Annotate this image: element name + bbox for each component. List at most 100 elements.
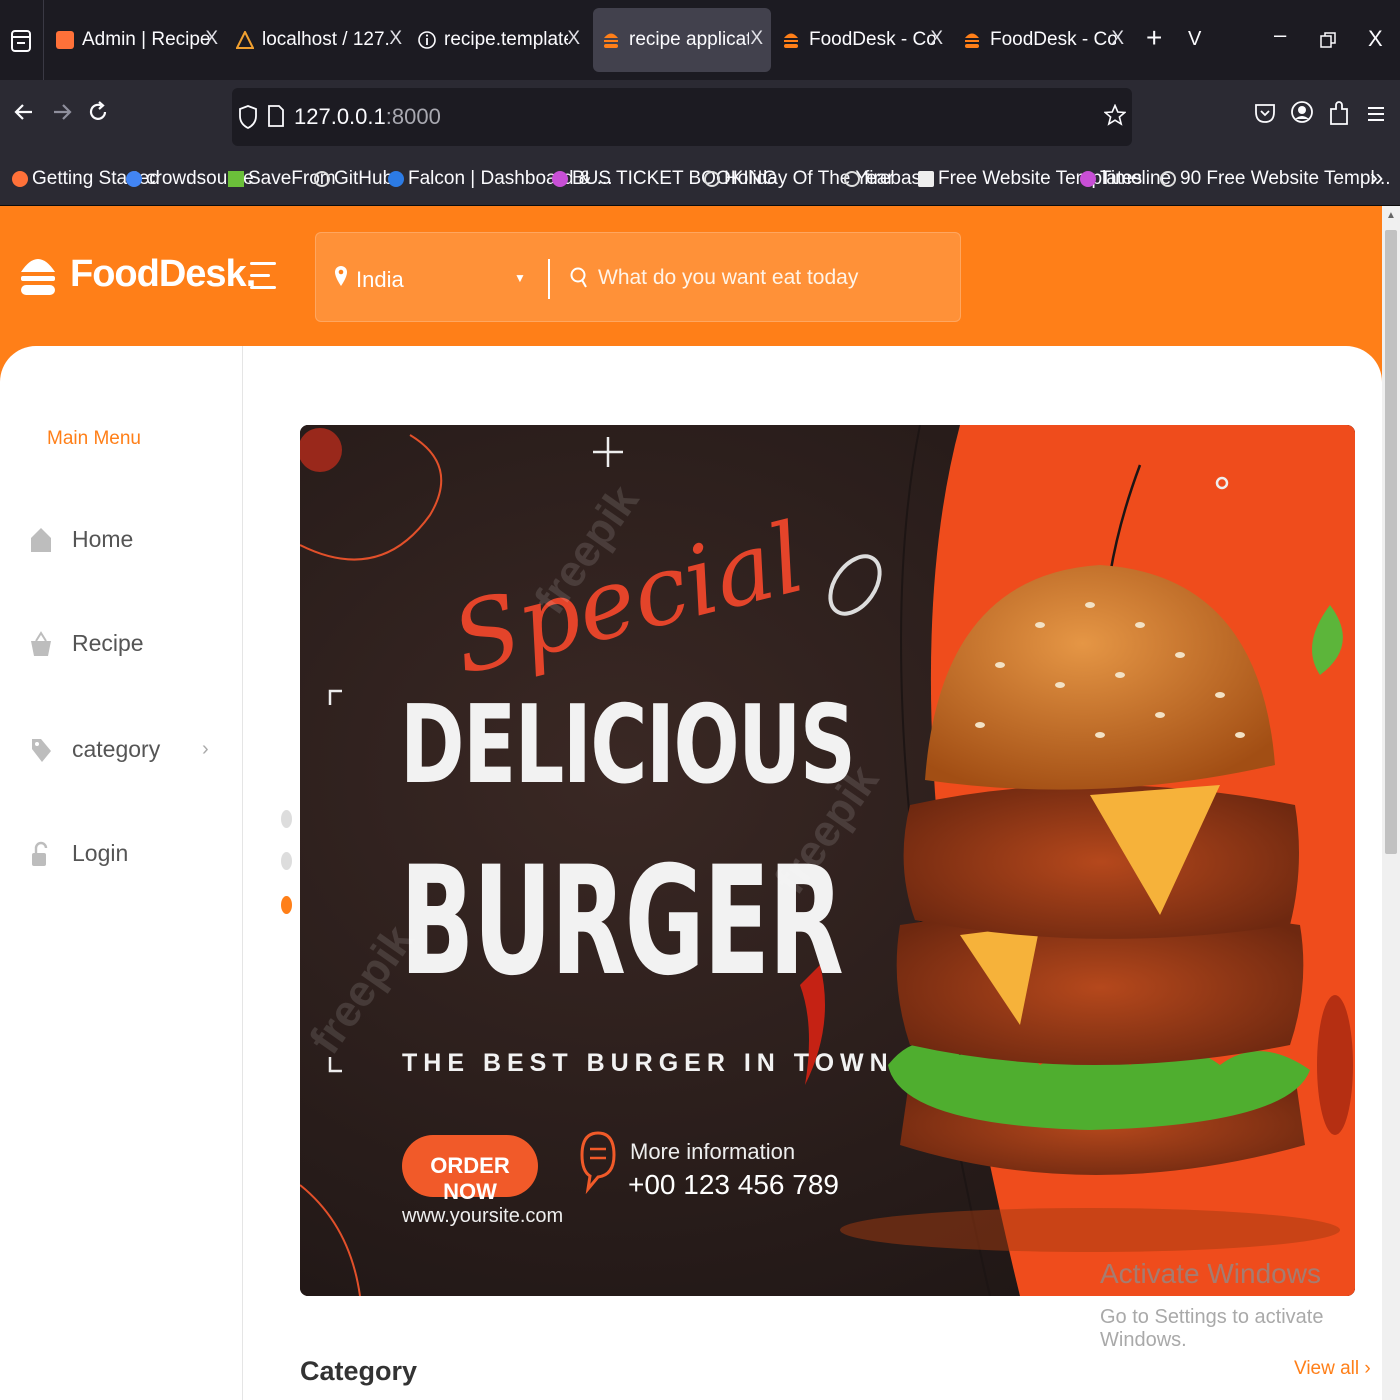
bookmark-item[interactable]: 90 Free Website Templ... (1160, 168, 1391, 190)
brand-logo[interactable]: FoodDesk. (20, 246, 256, 302)
tab-templatevictory[interactable]: recipe.templatevictory X (412, 8, 588, 72)
tag-icon (30, 737, 52, 763)
search-divider (548, 259, 550, 299)
shield-icon[interactable] (238, 105, 258, 134)
page-scrollbar[interactable]: ▲ (1382, 206, 1400, 1400)
download-arrow-icon (228, 171, 244, 187)
tab-title: FoodDesk - CodeIgnite (809, 29, 935, 50)
main-content: Main Menu Home Recipe category › Login S… (0, 346, 1382, 1400)
sidebar-item-label: Login (72, 840, 129, 866)
tab-title: localhost / 127.0.0.1 / r (262, 29, 390, 50)
templates-icon (918, 171, 934, 187)
carousel-dot[interactable] (281, 852, 292, 870)
carousel-dot-active[interactable] (281, 896, 292, 914)
sidebar-item-home[interactable]: Home (30, 526, 133, 553)
chevron-right-icon[interactable]: › (202, 738, 209, 761)
tab-title: FoodDesk - CodeIgnite (990, 29, 1116, 50)
sidebar-item-recipe[interactable]: Recipe (30, 630, 144, 657)
new-tab-button[interactable]: + (1146, 22, 1162, 54)
reload-icon[interactable] (86, 100, 110, 131)
burger-favicon (783, 31, 801, 49)
location-pin-icon (334, 265, 348, 292)
tab-title: recipe.templatevictory (444, 29, 568, 50)
app-menu-icon[interactable] (1366, 100, 1386, 131)
chevron-down-icon[interactable]: ▼ (514, 271, 526, 285)
tab-fooddesk-1[interactable]: FoodDesk - CodeIgnite X (775, 8, 951, 72)
brand-name: FoodDesk. (70, 252, 256, 295)
hamburger-menu-icon[interactable] (250, 262, 276, 298)
bus-ticket-icon (552, 171, 568, 187)
sidebar-item-label: Home (72, 526, 134, 552)
category-section-title: Category (300, 1356, 418, 1386)
close-tab-icon[interactable]: X (567, 28, 580, 50)
close-tab-icon[interactable]: X (205, 28, 218, 50)
close-tab-icon[interactable]: X (1111, 28, 1124, 50)
search-input[interactable] (598, 259, 938, 297)
chevron-right-icon: › (1364, 1358, 1371, 1379)
pocket-icon[interactable] (1254, 100, 1276, 131)
location-select[interactable]: India (356, 267, 404, 293)
sidebar-item-category[interactable]: category › (30, 736, 209, 763)
tab-title: Admin | Recipe (82, 29, 211, 50)
banner-headline-1: DELICIOUS (400, 683, 856, 808)
page-info-icon[interactable] (268, 105, 284, 132)
close-window-button[interactable]: X (1368, 26, 1383, 52)
home-icon (30, 527, 52, 553)
tab-overview-icon[interactable] (10, 28, 32, 59)
tab-phpmyadmin[interactable]: localhost / 127.0.0.1 / r X (230, 8, 410, 72)
burger-favicon (603, 31, 621, 49)
tab-title: recipe application (629, 29, 749, 50)
timeline-icon (1080, 171, 1096, 187)
address-bar[interactable]: 127.0.0.1:8000 (232, 88, 1132, 146)
bookmark-star-icon[interactable] (1103, 103, 1127, 131)
forward-arrow-icon[interactable] (50, 100, 74, 131)
bookmarks-overflow-icon[interactable]: » (1370, 164, 1383, 192)
view-all-link[interactable]: View all › (1294, 1358, 1371, 1380)
falcon-icon (388, 171, 404, 187)
bookmark-item[interactable]: GitHub (314, 168, 393, 190)
tab-list-button[interactable]: V (1188, 28, 1201, 51)
sidebar: Main Menu Home Recipe category › Login (0, 346, 243, 1400)
github-icon (314, 171, 330, 187)
bookmark-item[interactable]: Timeline (1080, 168, 1171, 190)
close-tab-icon[interactable]: X (389, 28, 402, 50)
hero-banner[interactable]: Special DELICIOUS BURGER THE BEST BURGER… (300, 425, 1355, 1296)
search-icon[interactable] (570, 267, 588, 294)
search-bar: India ▼ (315, 232, 961, 322)
sidebar-item-label: category (72, 736, 161, 762)
phpmyadmin-favicon (235, 29, 255, 49)
tab-admin-recipe[interactable]: Admin | Recipe X (48, 8, 226, 72)
crowdsource-icon (126, 171, 142, 187)
restore-button[interactable] (1320, 28, 1336, 54)
activate-windows-title: Activate Windows (1100, 1258, 1321, 1289)
bookmarks-toolbar: Getting Started crowdsource SaveFrom Git… (0, 156, 1400, 206)
extensions-icon[interactable] (1328, 100, 1350, 133)
info-circle-icon (418, 31, 436, 49)
banner-website: www.yoursite.com (402, 1205, 564, 1227)
account-icon[interactable] (1290, 100, 1314, 131)
burger-favicon (964, 31, 982, 49)
tab-recipe-application[interactable]: recipe application X (593, 8, 771, 72)
banner-tagline: THE BEST BURGER IN TOWN (402, 1049, 894, 1077)
page-viewport: FoodDesk. India ▼ Main Menu Home (0, 206, 1382, 1400)
browser-nav-bar: 127.0.0.1:8000 (0, 80, 1400, 156)
sidebar-item-login[interactable]: Login (30, 840, 128, 867)
tab-fooddesk-2[interactable]: FoodDesk - CodeIgnite X (956, 8, 1132, 72)
scrollbar-thumb[interactable] (1385, 230, 1397, 854)
lock-icon (30, 841, 52, 867)
scroll-up-icon[interactable]: ▲ (1386, 210, 1396, 221)
close-tab-icon[interactable]: X (930, 28, 943, 50)
back-arrow-icon[interactable] (12, 100, 36, 131)
minimize-button[interactable]: – (1274, 22, 1286, 48)
burger-logo-icon (20, 246, 56, 302)
globe-icon (1160, 171, 1176, 187)
order-now-button[interactable]: ORDER NOW (402, 1153, 538, 1205)
admin-favicon (56, 31, 74, 49)
activate-windows-subtitle: Go to Settings to activate Windows. (1100, 1306, 1324, 1351)
carousel-dot[interactable] (281, 810, 292, 828)
close-tab-icon[interactable]: X (750, 28, 763, 50)
firefox-icon (12, 171, 28, 187)
url-text[interactable]: 127.0.0.1:8000 (294, 104, 441, 130)
basket-icon (30, 630, 52, 657)
banner-info-label: More information (630, 1139, 796, 1164)
